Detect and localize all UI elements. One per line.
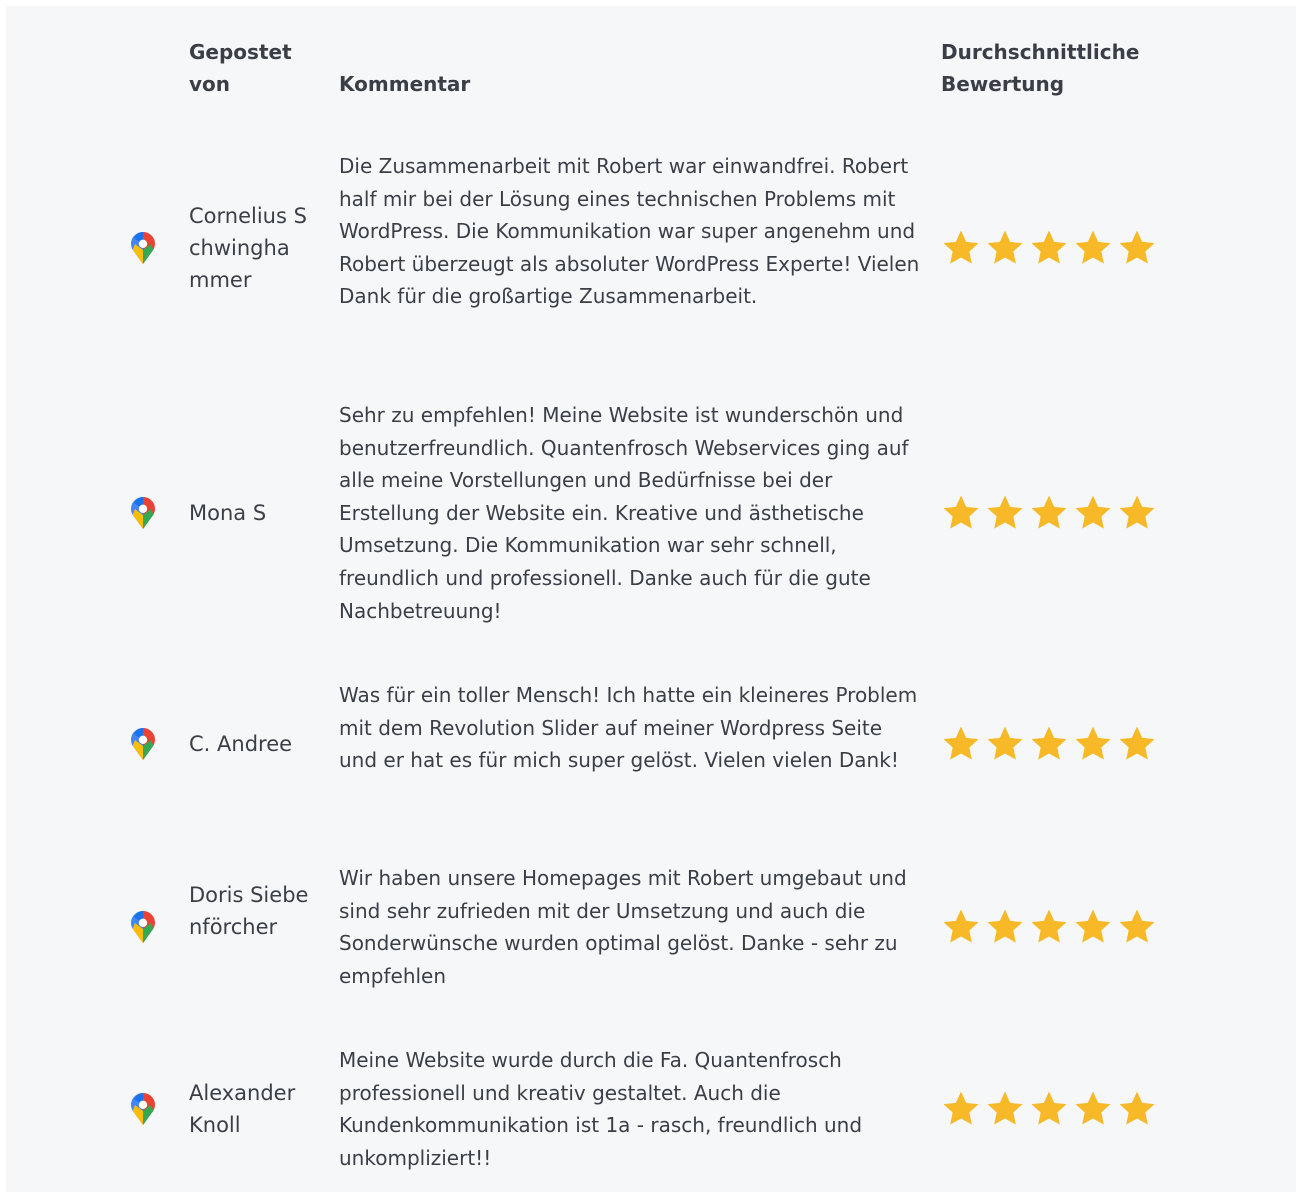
google-maps-pin-icon	[131, 497, 155, 530]
star-icon	[985, 1089, 1025, 1129]
star-icon	[985, 907, 1025, 947]
google-maps-pin-icon	[131, 911, 155, 944]
review-comment: Wir haben unsere Homepages mit Robert um…	[339, 866, 907, 988]
star-rating	[941, 1089, 1161, 1129]
reviews-panel: Gepostet von Kommentar Durchschnittliche…	[6, 6, 1296, 1192]
star-icon	[985, 228, 1025, 268]
review-author: Alexander Knoll	[189, 1081, 296, 1138]
star-icon	[941, 724, 981, 764]
header-comment: Kommentar	[339, 72, 471, 96]
header-posted-by: Gepostet von	[189, 40, 292, 96]
review-comment: Was für ein toller Mensch! Ich hatte ein…	[339, 683, 918, 773]
table-header: Gepostet von Kommentar Durchschnittliche…	[6, 36, 1296, 136]
review-author: Mona S	[189, 501, 267, 526]
review-comment: Die Zusammenarbeit mit Robert war einwan…	[339, 154, 920, 309]
star-icon	[941, 493, 981, 533]
star-rating	[941, 228, 1161, 268]
star-icon	[1073, 493, 1113, 533]
star-icon	[1073, 1089, 1113, 1129]
star-icon	[1117, 724, 1157, 764]
star-icon	[1117, 1089, 1157, 1129]
star-icon	[1029, 724, 1069, 764]
star-icon	[1117, 907, 1157, 947]
star-icon	[1117, 228, 1157, 268]
review-comment: Sehr zu empfehlen! Meine Website ist wun…	[339, 403, 909, 623]
star-icon	[1117, 493, 1157, 533]
google-maps-pin-icon	[131, 231, 155, 264]
star-icon	[1029, 493, 1069, 533]
star-icon	[1073, 228, 1113, 268]
star-icon	[1029, 228, 1069, 268]
star-icon	[985, 724, 1025, 764]
star-rating	[941, 907, 1161, 947]
star-icon	[941, 1089, 981, 1129]
google-maps-pin-icon	[131, 1093, 155, 1126]
review-author: Cornelius Schwinghammer	[189, 203, 307, 292]
review-comment: Meine Website wurde durch die Fa. Quante…	[339, 1048, 863, 1170]
google-maps-pin-icon	[131, 728, 155, 761]
star-icon	[941, 907, 981, 947]
star-rating	[941, 724, 1161, 764]
star-icon	[1073, 724, 1113, 764]
header-rating: Durchschnittliche Bewertung	[941, 40, 1140, 96]
star-icon	[1073, 907, 1113, 947]
star-rating	[941, 493, 1161, 533]
star-icon	[1029, 907, 1069, 947]
review-author: C. Andree	[189, 732, 293, 757]
star-icon	[941, 228, 981, 268]
star-icon	[985, 493, 1025, 533]
star-icon	[1029, 1089, 1069, 1129]
review-author: Doris Siebenförcher	[189, 883, 309, 940]
